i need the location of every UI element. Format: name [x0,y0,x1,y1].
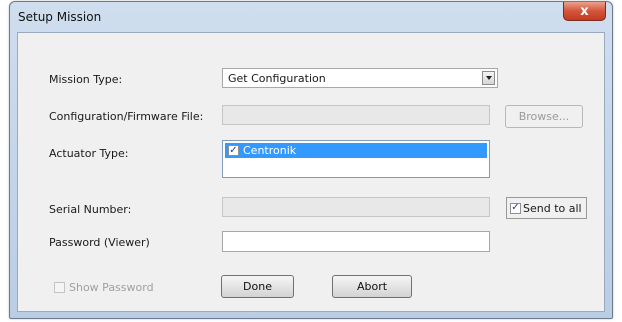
abort-button-label: Abort [356,280,388,293]
show-password-checkbox[interactable]: Show Password [54,281,154,294]
send-to-all-label: Send to all [523,201,582,215]
password-label: Password (Viewer) [49,236,150,249]
config-file-label: Configuration/Firmware File: [49,110,204,123]
actuator-type-list[interactable]: ✓ Centronik [222,140,490,178]
done-button[interactable]: Done [221,275,294,298]
serial-number-input[interactable] [222,197,490,217]
send-to-all-box[interactable]: ✓ [510,202,521,214]
checkmark-icon: ✓ [511,202,520,213]
done-button-label: Done [243,280,272,293]
send-to-all-checkbox[interactable]: ✓ Send to all [506,197,587,219]
browse-button[interactable]: Browse... [505,105,583,128]
checkmark-icon: ✓ [229,144,238,156]
chevron-down-icon[interactable] [482,71,495,85]
setup-mission-dialog: Setup Mission x Mission Type: Get Config… [9,1,613,319]
title-bar[interactable]: Setup Mission x [10,2,612,32]
list-item[interactable]: ✓ Centronik [225,143,487,158]
abort-button[interactable]: Abort [332,275,412,298]
close-icon: x [580,3,589,19]
window-title: Setup Mission [18,10,102,24]
mission-type-select[interactable]: Get Configuration [222,68,498,88]
actuator-type-label: Actuator Type: [49,147,129,160]
show-password-label: Show Password [69,281,154,294]
actuator-item-label: Centronik [243,144,297,157]
config-file-input[interactable] [222,105,490,125]
close-button[interactable]: x [563,2,606,21]
actuator-checkbox[interactable]: ✓ [228,145,239,156]
browse-button-label: Browse... [518,110,570,123]
password-input[interactable] [222,231,490,252]
mission-type-value: Get Configuration [228,72,326,85]
dialog-body: Mission Type: Get Configuration Configur… [17,32,605,312]
mission-type-label: Mission Type: [49,73,123,86]
serial-number-label: Serial Number: [49,203,132,216]
show-password-box[interactable] [54,282,65,293]
